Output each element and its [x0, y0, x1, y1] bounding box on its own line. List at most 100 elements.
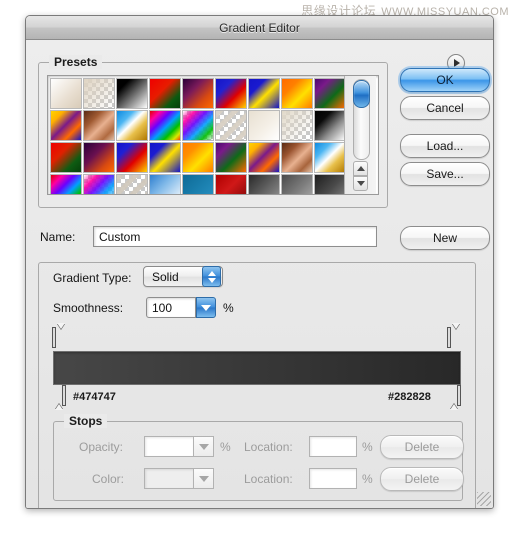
preset-swatch[interactable] — [248, 174, 280, 194]
preset-swatch[interactable] — [182, 78, 214, 109]
preset-swatch-gradient — [51, 111, 81, 140]
preset-swatch[interactable] — [281, 174, 313, 194]
preset-swatch[interactable] — [149, 110, 181, 141]
triangle-up-icon — [207, 270, 216, 276]
presets-scroll-thumb[interactable] — [353, 80, 370, 108]
preset-swatch[interactable] — [83, 110, 115, 141]
preset-swatch-gradient — [150, 175, 180, 194]
color-location-input[interactable] — [309, 468, 357, 489]
opacity-input[interactable] — [144, 436, 194, 457]
start-hex-label: #474747 — [73, 391, 116, 403]
ok-button[interactable]: OK — [400, 68, 490, 92]
screenshot-root: 思缘设计论坛 WWW.MISSYUAN.COM Gradient Editor P… — [0, 0, 515, 546]
preset-swatch-gradient — [183, 111, 213, 140]
opacity-delete-button[interactable]: Delete — [380, 435, 464, 459]
preset-swatch[interactable] — [281, 110, 313, 141]
preset-swatch[interactable] — [248, 78, 280, 109]
preset-swatch-gradient — [249, 79, 279, 108]
preset-swatch[interactable] — [248, 142, 280, 173]
preset-swatch-gradient — [315, 175, 344, 194]
preset-swatch[interactable] — [116, 78, 148, 109]
gradient-preview-bar[interactable] — [53, 351, 461, 385]
presets-scrollbar[interactable] — [344, 76, 376, 194]
presets-scroll-down-button[interactable] — [353, 176, 368, 191]
opacity-unit: % — [220, 440, 231, 454]
window-titlebar[interactable]: Gradient Editor — [26, 16, 493, 40]
preset-swatch[interactable] — [50, 174, 82, 194]
name-label: Name: — [40, 230, 76, 244]
presets-scroll-up-button[interactable] — [353, 161, 368, 176]
color-stop-start[interactable] — [53, 386, 66, 410]
preset-swatch[interactable] — [83, 142, 115, 173]
preset-swatch-gradient — [51, 143, 81, 172]
opacity-location-input[interactable] — [309, 436, 357, 457]
resize-grip-icon[interactable] — [477, 492, 491, 506]
smoothness-dropdown-button[interactable] — [196, 297, 216, 318]
opacity-stop-start[interactable] — [53, 323, 66, 347]
opacity-location-unit: % — [362, 440, 373, 454]
preset-swatch-gradient — [84, 143, 114, 172]
preset-swatch-gradient — [282, 111, 312, 140]
color-dropdown-button[interactable] — [194, 468, 214, 489]
load-button[interactable]: Load... — [400, 134, 490, 158]
window-title: Gradient Editor — [219, 20, 300, 35]
stepper-icon[interactable] — [202, 266, 221, 287]
preset-swatch[interactable] — [50, 110, 82, 141]
gradient-type-label: Gradient Type: — [53, 271, 132, 285]
opacity-stop-square — [448, 328, 450, 347]
play-triangle-icon — [454, 59, 460, 67]
preset-swatch[interactable] — [116, 174, 148, 194]
preset-swatch[interactable] — [215, 110, 247, 141]
cancel-button[interactable]: Cancel — [400, 96, 490, 120]
preset-swatch-gradient — [84, 111, 114, 140]
preset-swatch-gradient — [150, 111, 180, 140]
presets-swatch-area[interactable] — [48, 76, 344, 194]
color-stop-square — [63, 386, 65, 405]
preset-swatch-gradient — [282, 175, 312, 194]
color-delete-button[interactable]: Delete — [380, 467, 464, 491]
gradient-type-select[interactable]: Solid — [143, 266, 223, 287]
preset-swatch[interactable] — [281, 142, 313, 173]
color-stop-pointer — [55, 387, 63, 410]
preset-swatch[interactable] — [149, 142, 181, 173]
preset-swatch[interactable] — [182, 142, 214, 173]
opacity-dropdown-button[interactable] — [194, 436, 214, 457]
preset-swatch[interactable] — [281, 78, 313, 109]
preset-swatch[interactable] — [83, 174, 115, 194]
save-button[interactable]: Save... — [400, 162, 490, 186]
color-stop-end[interactable] — [448, 386, 461, 410]
preset-swatch[interactable] — [314, 142, 344, 173]
color-swatch-field[interactable] — [144, 468, 194, 489]
presets-swatch-grid[interactable] — [50, 78, 344, 194]
preset-swatch[interactable] — [182, 174, 214, 194]
preset-swatch[interactable] — [116, 142, 148, 173]
preset-swatch-gradient — [282, 143, 312, 172]
name-input[interactable]: Custom — [93, 226, 377, 247]
new-button[interactable]: New — [400, 226, 490, 250]
preset-swatch[interactable] — [215, 78, 247, 109]
preset-swatch[interactable] — [314, 110, 344, 141]
preset-swatch[interactable] — [149, 174, 181, 194]
color-location-label: Location: — [244, 472, 293, 486]
preset-swatch[interactable] — [215, 174, 247, 194]
opacity-stop-pointer — [57, 323, 65, 346]
preset-swatch[interactable] — [314, 174, 344, 194]
preset-swatch[interactable] — [50, 78, 82, 109]
smoothness-label: Smoothness: — [53, 301, 124, 315]
stops-group-title: Stops — [64, 414, 108, 428]
preset-swatch[interactable] — [50, 142, 82, 173]
preset-swatch[interactable] — [83, 78, 115, 109]
preset-swatch[interactable] — [182, 110, 214, 141]
opacity-label: Opacity: — [79, 440, 124, 454]
preset-swatch[interactable] — [116, 110, 148, 141]
preset-swatch[interactable] — [314, 78, 344, 109]
presets-well[interactable] — [47, 75, 379, 195]
smoothness-input[interactable]: 100 — [146, 297, 196, 318]
preset-swatch[interactable] — [149, 78, 181, 109]
preset-swatch[interactable] — [248, 110, 280, 141]
preset-swatch-gradient — [117, 79, 147, 108]
preset-swatch-gradient — [117, 175, 147, 194]
preset-swatch[interactable] — [215, 142, 247, 173]
opacity-stop-end[interactable] — [448, 323, 461, 347]
preset-swatch-gradient — [117, 143, 147, 172]
